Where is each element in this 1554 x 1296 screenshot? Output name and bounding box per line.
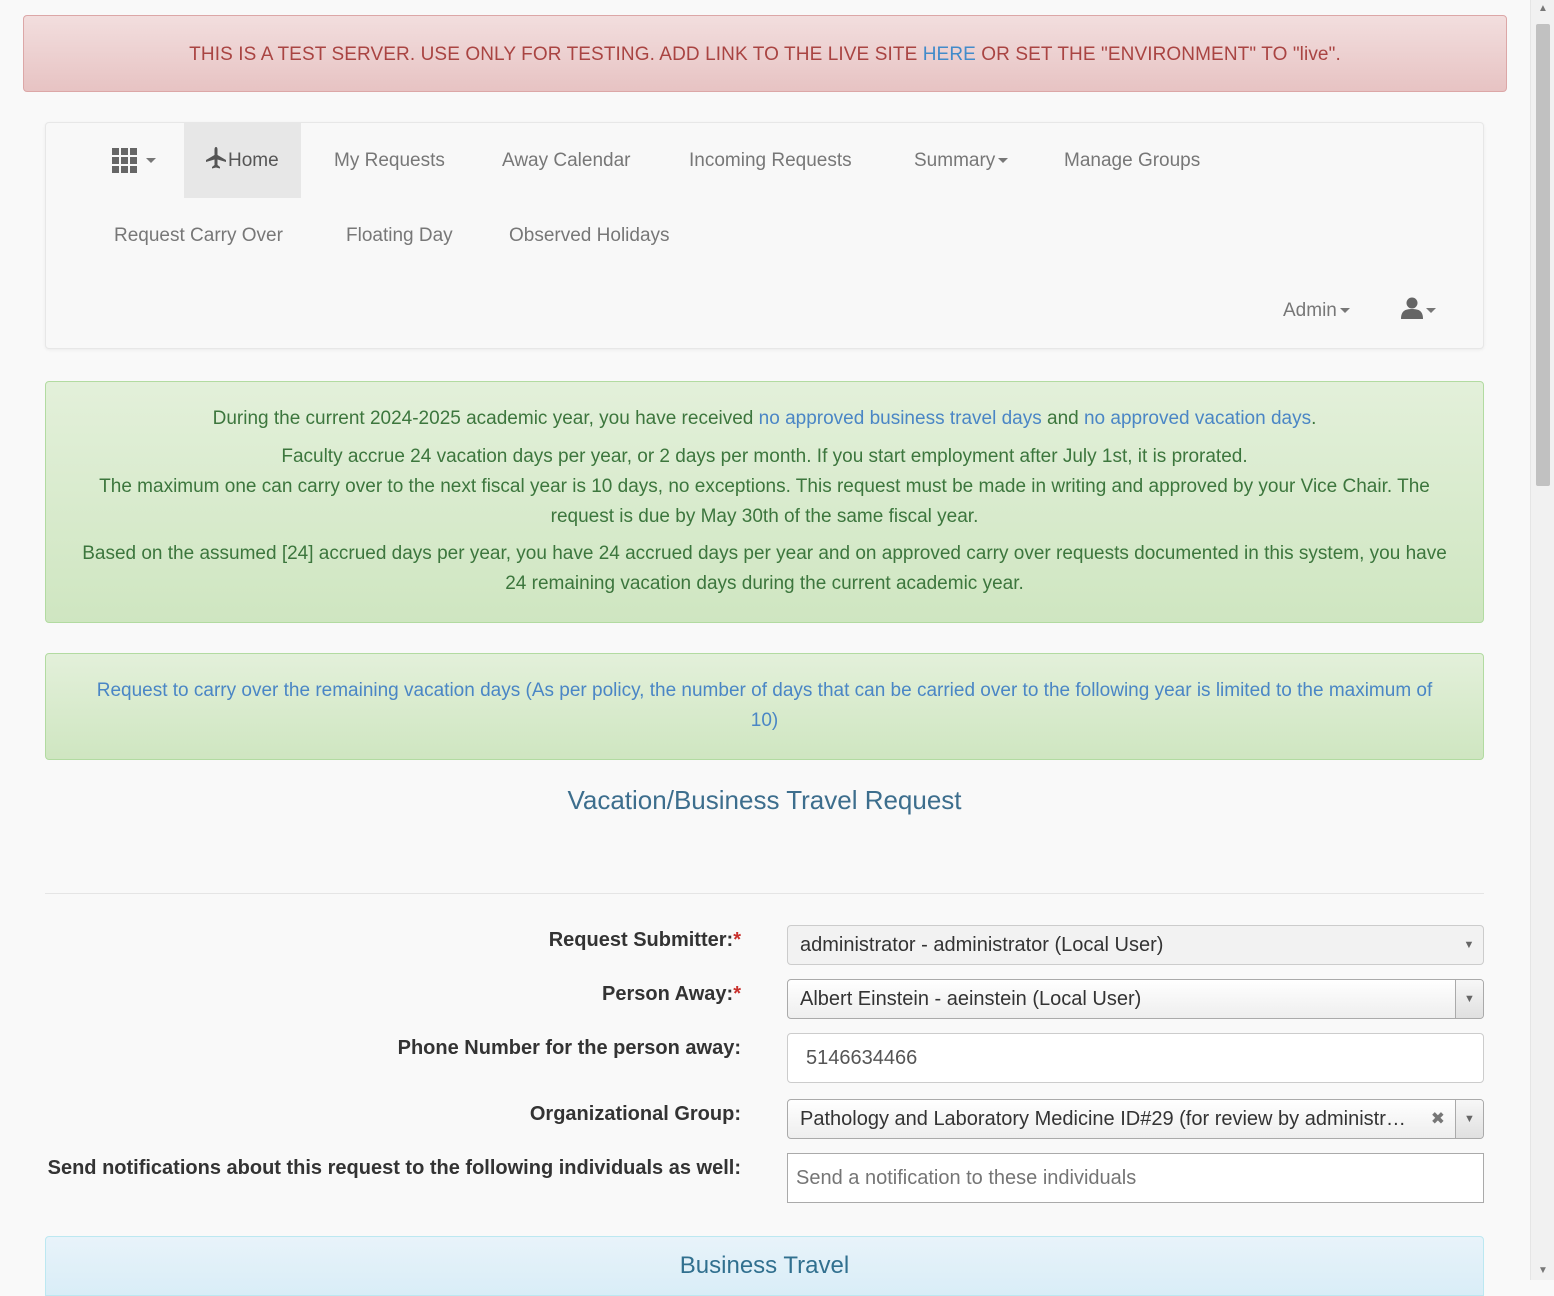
vacation-summary-alert: During the current 2024-2025 academic ye…	[45, 381, 1484, 623]
person-away-value: Albert Einstein - aeinstein (Local User)	[800, 988, 1142, 1010]
page-scrollbar[interactable]: ▲ ▼	[1530, 0, 1554, 1280]
nav-summary-label: Summary	[914, 150, 996, 171]
period-text: .	[1311, 408, 1317, 429]
nav-admin-dropdown[interactable]: Admin	[1261, 273, 1372, 348]
page-title: Vacation/Business Travel Request	[567, 785, 962, 815]
banner-live-site-link[interactable]: HERE	[923, 44, 976, 65]
apps-menu-button[interactable]	[90, 123, 178, 198]
business-travel-days-link[interactable]: no approved business travel days	[759, 408, 1042, 429]
scrollbar-thumb[interactable]	[1536, 24, 1550, 486]
carry-over-alert: Request to carry over the remaining vaca…	[45, 653, 1484, 760]
accrual-policy-text: Faculty accrue 24 vacation days per year…	[281, 446, 1248, 467]
received-days-line: During the current 2024-2025 academic ye…	[76, 404, 1453, 434]
required-asterisk: *	[733, 983, 741, 1005]
organizational-group-select[interactable]: Pathology and Laboratory Medicine ID#29 …	[787, 1099, 1484, 1139]
chevron-down-icon	[1426, 308, 1436, 314]
nav-observed-holidays[interactable]: Observed Holidays	[487, 198, 692, 273]
carry-over-policy-text: The maximum one can carry over to the ne…	[99, 476, 1430, 527]
scroll-down-arrow-icon[interactable]: ▼	[1531, 1262, 1554, 1280]
request-submitter-select[interactable]: administrator - administrator (Local Use…	[787, 925, 1484, 965]
clear-icon[interactable]: ✖	[1431, 1100, 1445, 1138]
required-asterisk: *	[733, 929, 741, 951]
organizational-group-label: Organizational Group:	[529, 1103, 741, 1125]
nav-my-requests[interactable]: My Requests	[312, 123, 467, 198]
notify-individuals-input[interactable]	[787, 1153, 1484, 1203]
business-travel-panel-heading[interactable]: Business Travel	[45, 1236, 1484, 1296]
phone-number-input[interactable]	[787, 1033, 1484, 1083]
person-away-label-text: Person Away:	[602, 983, 734, 1005]
nav-away-calendar[interactable]: Away Calendar	[480, 123, 653, 198]
person-away-label: Person Away:*	[602, 979, 741, 1009]
vacation-days-link[interactable]: no approved vacation days	[1084, 408, 1311, 429]
chevron-down-icon	[146, 158, 156, 164]
notify-individuals-label: Send notifications about this request to…	[47, 1157, 741, 1179]
request-submitter-label-text: Request Submitter:	[548, 929, 734, 951]
nav-home[interactable]: Home	[184, 123, 301, 198]
chevron-down-icon[interactable]: ▼	[1455, 980, 1483, 1018]
nav-incoming-requests[interactable]: Incoming Requests	[667, 123, 874, 198]
banner-text-after: OR SET THE "ENVIRONMENT" TO "live".	[975, 44, 1341, 65]
test-server-banner: THIS IS A TEST SERVER. USE ONLY FOR TEST…	[23, 15, 1507, 92]
chevron-down-icon	[1339, 308, 1350, 314]
user-icon	[1401, 297, 1423, 319]
organizational-group-value: Pathology and Laboratory Medicine ID#29 …	[800, 1108, 1415, 1130]
nav-summary-dropdown[interactable]: Summary	[892, 123, 1030, 198]
nav-request-carry-over[interactable]: Request Carry Over	[92, 198, 305, 273]
plane-icon	[206, 146, 226, 169]
and-text: and	[1041, 408, 1084, 429]
remaining-days-text: Based on the assumed [24] accrued days p…	[82, 543, 1447, 594]
received-days-text: During the current 2024-2025 academic ye…	[212, 408, 759, 429]
request-submitter-label: Request Submitter:*	[549, 925, 741, 955]
nav-floating-day[interactable]: Floating Day	[324, 198, 475, 273]
person-away-select[interactable]: Albert Einstein - aeinstein (Local User)…	[787, 979, 1484, 1019]
nav-home-label: Home	[228, 150, 279, 171]
apps-grid-icon	[112, 148, 137, 174]
phone-number-label: Phone Number for the person away:	[397, 1037, 741, 1059]
nav-admin-label: Admin	[1283, 300, 1337, 321]
chevron-down-icon	[998, 158, 1009, 164]
request-carry-over-link[interactable]: Request to carry over the remaining vaca…	[97, 680, 1433, 731]
user-menu-dropdown[interactable]	[1379, 273, 1458, 348]
nav-manage-groups[interactable]: Manage Groups	[1042, 123, 1222, 198]
scroll-up-arrow-icon[interactable]: ▲	[1531, 0, 1554, 18]
divider	[45, 893, 1484, 894]
main-navbar: Home My Requests Away Calendar Incoming …	[45, 122, 1484, 349]
chevron-down-icon: ▼	[1463, 939, 1475, 951]
request-submitter-value: administrator - administrator (Local Use…	[800, 934, 1164, 956]
chevron-down-icon[interactable]: ▼	[1455, 1100, 1483, 1138]
banner-text-before: THIS IS A TEST SERVER. USE ONLY FOR TEST…	[189, 44, 923, 65]
